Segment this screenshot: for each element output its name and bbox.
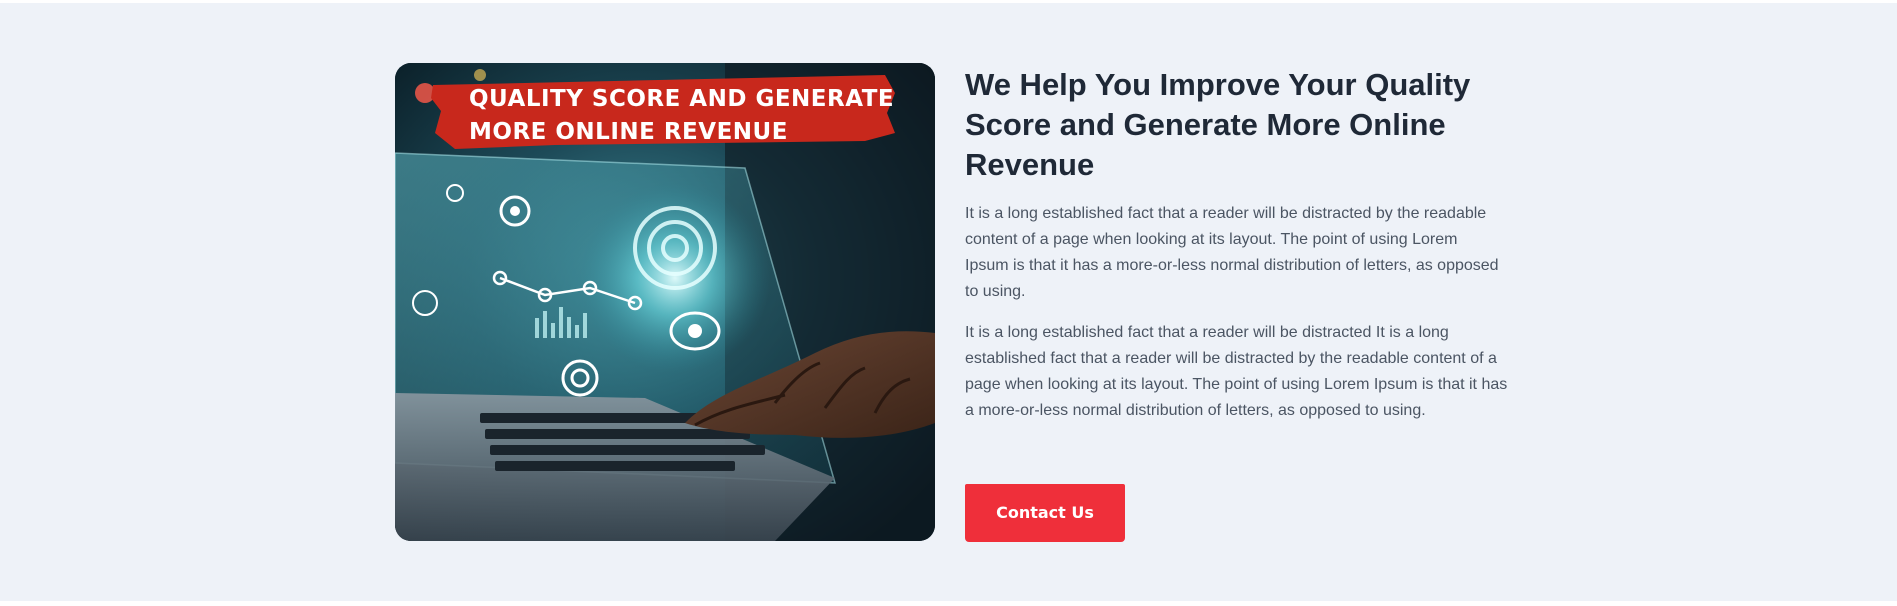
paragraph-2: It is a long established fact that a rea… bbox=[965, 324, 1508, 419]
hero-banner-text: QUALITY SCORE AND GENERATE MORE ONLINE R… bbox=[469, 86, 895, 145]
hero-image: QUALITY SCORE AND GENERATE MORE ONLINE R… bbox=[395, 63, 935, 541]
contact-us-button[interactable]: Contact Us bbox=[965, 484, 1125, 542]
paragraph-1: It is a long established fact that a rea… bbox=[965, 205, 1499, 300]
section-heading: We Help You Improve Your Quality Score a… bbox=[965, 67, 1471, 182]
about-section: QUALITY SCORE AND GENERATE MORE ONLINE R… bbox=[395, 63, 1507, 543]
top-divider bbox=[0, 0, 1897, 3]
content-column: We Help You Improve Your Quality Score a… bbox=[965, 63, 1515, 424]
bottom-divider bbox=[0, 601, 1897, 606]
